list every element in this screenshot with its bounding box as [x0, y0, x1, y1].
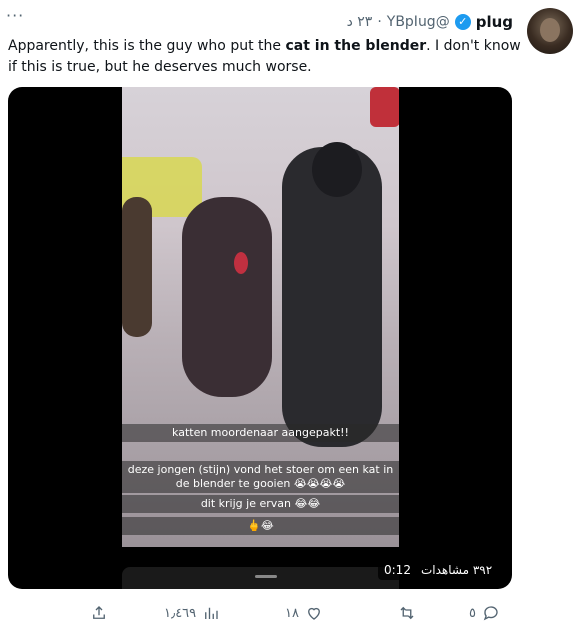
tweet-text-bold: cat in the blender	[285, 38, 427, 54]
video-bottom-bar	[122, 567, 399, 589]
analytics-icon	[205, 607, 218, 619]
tweet-actions: ٥ ١٨ ١٫٤٦٩	[0, 600, 581, 626]
share-button[interactable]	[90, 600, 108, 626]
scene-top-red	[370, 87, 399, 127]
like-button[interactable]: ١٨	[285, 600, 323, 626]
reply-count: ٥	[469, 605, 476, 621]
repost-icon	[400, 606, 414, 620]
video-views: ٣٩٢ مشاهدات	[420, 563, 493, 577]
caption-text-3: de blender te gooien 😭😭😭😭	[175, 477, 346, 490]
tweet-header: plug ✓ @YBpIug · ٢٣ د	[347, 12, 513, 32]
reply-button[interactable]: ٥	[469, 600, 500, 626]
scene-figure-left	[122, 197, 152, 337]
avatar-face	[540, 18, 560, 42]
drag-handle-icon[interactable]	[255, 575, 277, 578]
like-count: ١٨	[285, 605, 299, 621]
more-options-icon[interactable]: ···	[6, 6, 24, 25]
reply-icon	[483, 606, 498, 621]
views-count: ١٫٤٦٩	[164, 605, 197, 621]
heart-icon	[308, 607, 320, 620]
caption-line-5: 🖕😂	[122, 517, 399, 535]
caption-text-4: dit krijg je ervan 😂😂	[200, 497, 321, 510]
video-frame: katten moordenaar aangepakt!! deze jonge…	[122, 87, 399, 547]
avatar[interactable]	[527, 8, 573, 54]
scene-figure-right-head	[312, 142, 362, 197]
video-duration-badge: 0:12 ٣٩٢ مشاهدات	[378, 560, 499, 580]
tweet-text: Apparently, this is the guy who put the …	[8, 36, 528, 78]
header-separator: ·	[377, 14, 382, 30]
views-button[interactable]: ١٫٤٦٩	[164, 600, 220, 626]
share-icon	[93, 606, 105, 619]
video-player[interactable]: katten moordenaar aangepakt!! deze jonge…	[8, 87, 512, 589]
caption-text-1: katten moordenaar aangepakt!!	[172, 426, 349, 439]
verified-badge-icon: ✓	[454, 14, 471, 30]
caption-line-4: dit krijg je ervan 😂😂	[122, 495, 399, 513]
scene-figure-center	[182, 197, 272, 397]
scene-red-detail	[234, 252, 248, 274]
author-name[interactable]: plug	[476, 13, 513, 31]
repost-button[interactable]	[398, 600, 416, 626]
tweet-text-part1: Apparently, this is the guy who put the	[8, 38, 286, 54]
caption-text-5: 🖕😂	[247, 519, 274, 532]
tweet-time[interactable]: ٢٣ د	[347, 14, 373, 30]
caption-text-2: deze jongen (stijn) vond het stoer om ee…	[127, 463, 394, 476]
caption-body: deze jongen (stijn) vond het stoer om ee…	[122, 461, 399, 493]
caption-title: katten moordenaar aangepakt!!	[122, 424, 399, 442]
author-handle[interactable]: @YBpIug	[387, 14, 450, 30]
video-duration: 0:12	[384, 563, 411, 577]
